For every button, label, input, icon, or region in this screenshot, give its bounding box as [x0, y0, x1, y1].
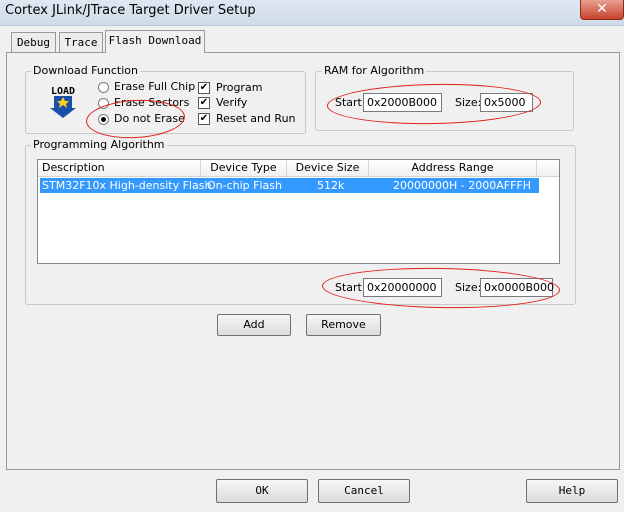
row-device-size: 512k [317, 179, 345, 192]
algo-start-input[interactable]: 0x20000000 [363, 278, 442, 297]
erase-full-chip-label: Erase Full Chip [114, 80, 196, 93]
tab-flash-download[interactable]: Flash Download [105, 30, 205, 53]
add-button[interactable]: Add [217, 314, 291, 336]
ram-for-algorithm-label: RAM for Algorithm [322, 64, 427, 77]
checkmark-icon: ✔ [199, 97, 209, 108]
tab-flash-download-label: Flash Download [108, 34, 202, 47]
cancel-button[interactable]: Cancel [318, 479, 410, 503]
column-header-filler [537, 160, 559, 177]
remove-button[interactable]: Remove [306, 314, 381, 336]
ram-size-label: Size: [455, 96, 482, 109]
column-header-device-type[interactable]: Device Type [201, 160, 287, 177]
tab-trace[interactable]: Trace [59, 32, 103, 52]
checkmark-icon: ✔ [199, 113, 209, 124]
checkmark-icon: ✔ [199, 82, 209, 93]
ok-button[interactable]: OK [216, 479, 308, 503]
ram-start-input[interactable]: 0x2000B000 [363, 93, 442, 112]
reset-and-run-label: Reset and Run [216, 112, 296, 125]
erase-sectors-label: Erase Sectors [114, 96, 190, 109]
algorithm-list[interactable]: Description Device Type Device Size Addr… [37, 159, 560, 264]
row-description: STM32F10x High-density Flash [42, 179, 212, 192]
erase-full-chip-radio[interactable] [98, 82, 109, 93]
title-bar: Cortex JLink/JTrace Target Driver Setup … [0, 0, 624, 26]
algo-start-label: Start: [335, 281, 366, 294]
tab-trace-label: Trace [64, 36, 98, 49]
row-address-range: 20000000H - 2000AFFFH [393, 179, 531, 192]
ram-size-input[interactable]: 0x5000 [480, 93, 533, 112]
program-label: Program [216, 81, 263, 94]
algo-size-label: Size: [455, 281, 482, 294]
do-not-erase-radio[interactable] [98, 114, 109, 125]
algo-size-input[interactable]: 0x0000B000 [480, 278, 554, 297]
window-title: Cortex JLink/JTrace Target Driver Setup [5, 3, 256, 18]
do-not-erase-label: Do not Erase [114, 112, 185, 125]
download-function-label: Download Function [31, 64, 140, 77]
program-checkbox[interactable]: ✔ [198, 82, 210, 94]
erase-sectors-radio[interactable] [98, 98, 109, 109]
help-button[interactable]: Help [526, 479, 618, 503]
tab-debug[interactable]: Debug [11, 32, 56, 52]
row-device-type: On-chip Flash [207, 179, 282, 192]
column-header-description[interactable]: Description [38, 160, 201, 177]
load-icon: LOAD [46, 83, 80, 119]
load-icon-text: LOAD [51, 86, 75, 97]
verify-checkbox[interactable]: ✔ [198, 97, 210, 109]
column-header-address-range[interactable]: Address Range [369, 160, 537, 177]
column-header-device-size[interactable]: Device Size [287, 160, 369, 177]
programming-algorithm-label: Programming Algorithm [31, 138, 167, 151]
tab-debug-label: Debug [16, 36, 51, 49]
close-button[interactable]: ✕ [580, 0, 624, 20]
verify-label: Verify [216, 96, 248, 109]
close-icon: ✕ [596, 1, 608, 17]
ram-start-label: Start: [335, 96, 366, 109]
reset-and-run-checkbox[interactable]: ✔ [198, 113, 210, 125]
